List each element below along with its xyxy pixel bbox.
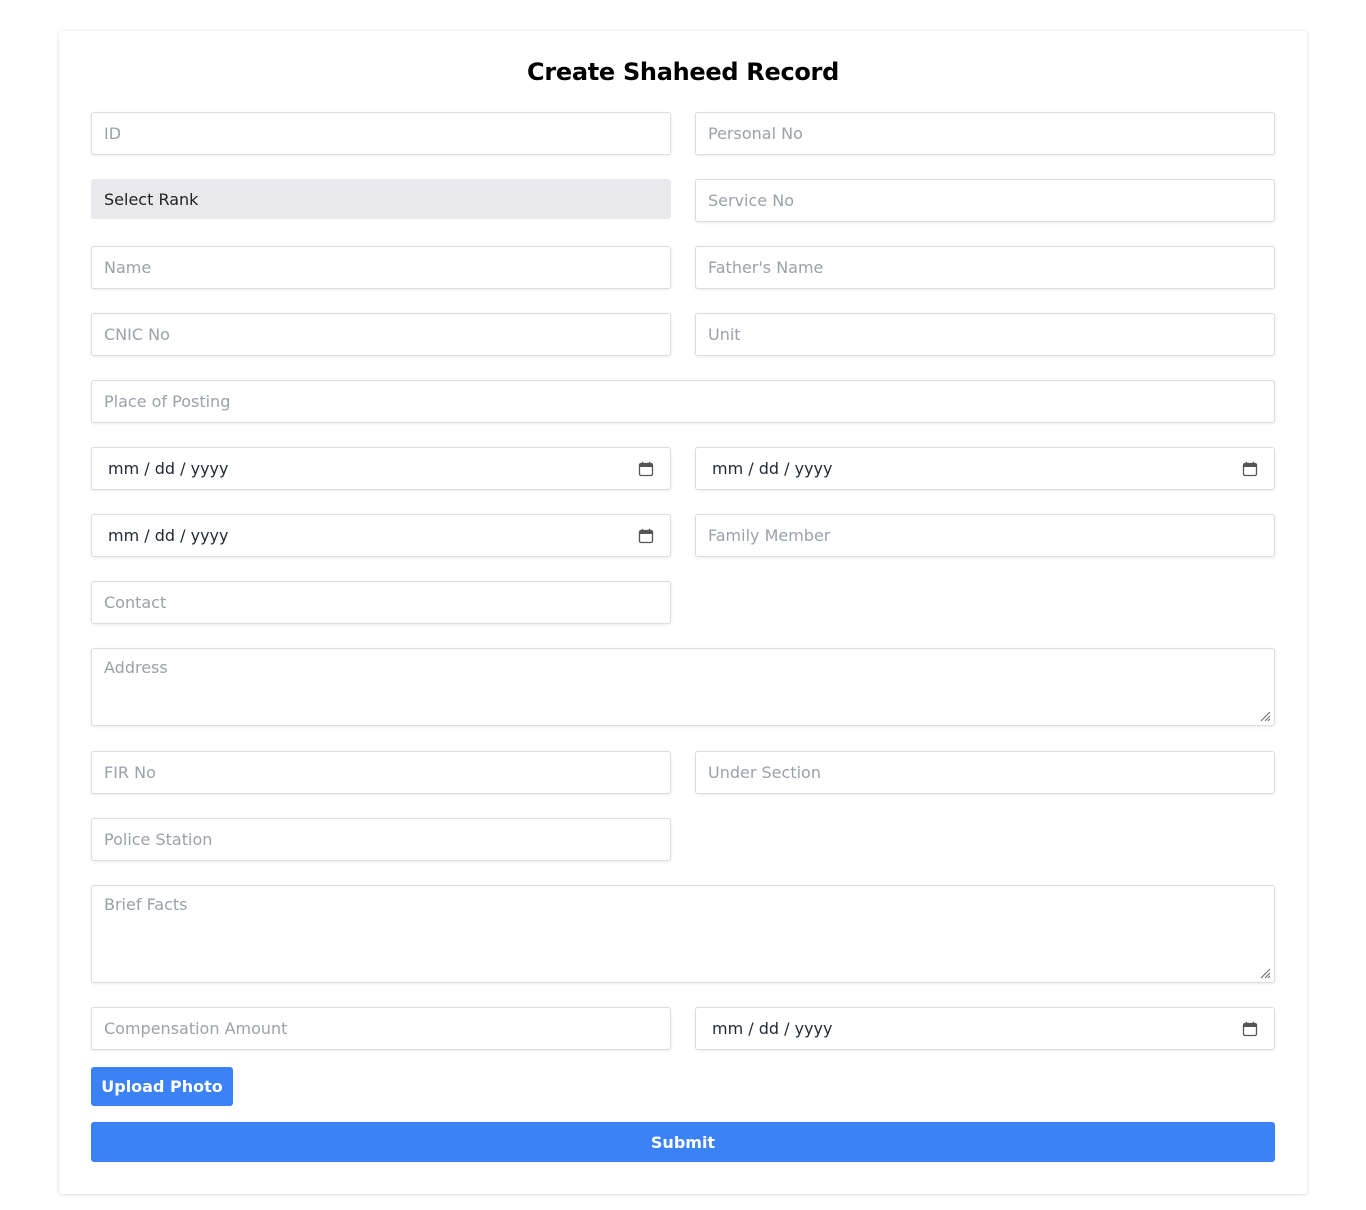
date-input-4[interactable]: mm / dd / yyyy	[695, 1007, 1275, 1050]
place-of-posting-input[interactable]	[91, 380, 1275, 423]
submit-button[interactable]: Submit	[91, 1122, 1275, 1162]
rank-select[interactable]: Select Rank	[91, 179, 671, 219]
fathers-name-input[interactable]	[695, 246, 1275, 289]
service-no-input[interactable]	[695, 179, 1275, 222]
contact-input[interactable]	[91, 581, 671, 624]
resize-grip-icon[interactable]	[1259, 710, 1271, 722]
cnic-no-input[interactable]	[91, 313, 671, 356]
calendar-icon[interactable]	[638, 461, 654, 477]
unit-input[interactable]	[695, 313, 1275, 356]
id-input[interactable]	[91, 112, 671, 155]
date-input-1[interactable]: mm / dd / yyyy	[91, 447, 671, 490]
date-input-1-value: mm / dd / yyyy	[108, 459, 229, 478]
compensation-amount-input[interactable]	[91, 1007, 671, 1050]
police-station-input[interactable]	[91, 818, 671, 861]
address-textarea[interactable]	[91, 648, 1275, 726]
date-input-2[interactable]: mm / dd / yyyy	[695, 447, 1275, 490]
brief-facts-textarea[interactable]	[91, 885, 1275, 983]
family-member-input[interactable]	[695, 514, 1275, 557]
calendar-icon[interactable]	[1242, 1021, 1258, 1037]
calendar-icon[interactable]	[638, 528, 654, 544]
date-input-3-value: mm / dd / yyyy	[108, 526, 229, 545]
name-input[interactable]	[91, 246, 671, 289]
date-input-4-value: mm / dd / yyyy	[712, 1019, 833, 1038]
under-section-input[interactable]	[695, 751, 1275, 794]
resize-grip-icon[interactable]	[1259, 967, 1271, 979]
personal-no-input[interactable]	[695, 112, 1275, 155]
date-input-2-value: mm / dd / yyyy	[712, 459, 833, 478]
upload-photo-button[interactable]: Upload Photo	[91, 1067, 233, 1106]
calendar-icon[interactable]	[1242, 461, 1258, 477]
rank-select-value: Select Rank	[104, 189, 199, 209]
page-title: Create Shaheed Record	[527, 58, 839, 86]
date-input-3[interactable]: mm / dd / yyyy	[91, 514, 671, 557]
fir-no-input[interactable]	[91, 751, 671, 794]
